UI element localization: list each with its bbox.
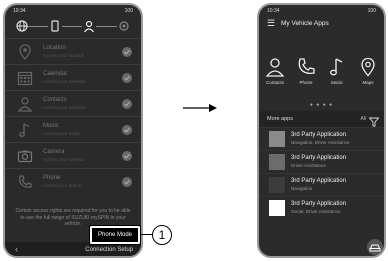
- app-category: Social, Driver Assistance: [291, 209, 341, 214]
- app-header: ☰ My Vehicle Apps: [259, 17, 384, 31]
- permission-subtitle: Access your location: [43, 53, 85, 58]
- app-music[interactable]: Music: [323, 57, 351, 85]
- permission-title: Contacts: [43, 97, 67, 103]
- callout-number: 1: [152, 225, 172, 245]
- connection-setup-button[interactable]: Connection Setup: [85, 247, 133, 253]
- music-icon: [17, 122, 33, 138]
- permission-item-camera[interactable]: Camera Access your camera: [5, 142, 141, 169]
- permission-title: Phone: [43, 175, 61, 181]
- more-apps-header: More apps All: [259, 111, 384, 127]
- permission-title: Location: [43, 45, 66, 51]
- filter-icon[interactable]: [368, 114, 380, 127]
- list-item[interactable]: 3rd Party Application Navigation, Driver…: [259, 127, 384, 151]
- permission-item-calendar[interactable]: Calendar Access your calendar: [5, 64, 141, 91]
- permission-item-music[interactable]: Music Access your music: [5, 116, 141, 143]
- phone-screen-permissions: 10:34 100 Location Access your location: [3, 3, 143, 258]
- app-label: Contacts: [266, 80, 284, 85]
- location-pin-icon: [17, 44, 33, 60]
- permission-title: Camera: [43, 149, 65, 155]
- phone-handset-icon: [17, 174, 33, 190]
- user-icon[interactable]: [82, 19, 96, 33]
- vehicle-app-grid: Contacts Phone Music Maps: [259, 57, 384, 97]
- app-label: Music: [331, 80, 343, 85]
- app-name: 3rd Party Application: [291, 155, 347, 161]
- status-bar: 10:34 100: [259, 5, 384, 17]
- contacts-icon: [261, 57, 289, 77]
- check-icon[interactable]: [122, 99, 132, 109]
- status-battery: 100: [367, 8, 376, 14]
- app-category: Navigation: [291, 186, 313, 191]
- phone-mode-button[interactable]: Phone Mode: [89, 225, 141, 245]
- status-battery: 100: [124, 8, 133, 14]
- app-label: Phone: [299, 80, 313, 85]
- app-phone[interactable]: Phone: [292, 57, 320, 85]
- app-name: 3rd Party Application: [291, 132, 347, 138]
- location-pin-icon: [354, 57, 382, 77]
- app-contacts[interactable]: Contacts: [261, 57, 289, 85]
- contacts-icon: [17, 96, 33, 112]
- status-bar: 10:34 100: [5, 5, 141, 17]
- check-icon[interactable]: [122, 73, 132, 83]
- access-rights-info: Certain access rights are required for y…: [15, 208, 131, 227]
- permission-subtitle: Access your contacts: [43, 105, 86, 110]
- app-thumbnail: [269, 154, 285, 170]
- check-icon[interactable]: [122, 151, 132, 161]
- app-name: 3rd Party Application: [291, 201, 347, 207]
- permission-title: Music: [43, 123, 59, 129]
- app-name: 3rd Party Application: [291, 178, 347, 184]
- setup-steps: [5, 17, 141, 37]
- calendar-icon: [17, 70, 33, 86]
- more-apps-label: More apps: [267, 116, 293, 122]
- back-button[interactable]: ‹: [15, 244, 18, 254]
- permission-item-phone[interactable]: Phone Access your phone: [5, 168, 141, 195]
- list-item[interactable]: 3rd Party Application Driver Assistance: [259, 150, 384, 174]
- app-label: Maps: [362, 80, 374, 85]
- filter-all-label[interactable]: All: [360, 116, 366, 122]
- permission-subtitle: Access your phone: [43, 183, 82, 188]
- permission-item-contacts[interactable]: Contacts Access your contacts: [5, 90, 141, 117]
- permission-subtitle: Access your camera: [43, 157, 84, 162]
- check-icon[interactable]: [122, 125, 132, 135]
- status-time: 10:34: [267, 8, 280, 14]
- phone-handset-icon: [292, 57, 320, 77]
- app-thumbnail: [269, 177, 285, 193]
- bottom-bar: ‹ Connection Setup: [5, 242, 141, 256]
- globe-icon[interactable]: [15, 19, 29, 33]
- list-item[interactable]: 3rd Party Application Social, Driver Ass…: [259, 196, 384, 220]
- phone-screen-vehicle-apps: 10:34 100 ☰ My Vehicle Apps Contacts Pho…: [257, 3, 386, 258]
- callout-line: [140, 234, 152, 235]
- check-icon[interactable]: [122, 47, 132, 57]
- app-maps[interactable]: Maps: [354, 57, 382, 85]
- permission-title: Calendar: [43, 71, 68, 77]
- status-time: 10:34: [13, 8, 26, 14]
- app-category: Driver Assistance: [291, 163, 326, 168]
- permission-item-location[interactable]: Location Access your location: [5, 38, 141, 65]
- music-icon: [323, 57, 351, 77]
- app-thumbnail: [269, 200, 285, 216]
- page-title: My Vehicle Apps: [281, 20, 329, 27]
- permission-subtitle: Access your music: [43, 131, 81, 136]
- car-connect-icon[interactable]: [367, 239, 383, 255]
- camera-icon: [17, 148, 33, 164]
- menu-icon[interactable]: ☰: [267, 19, 275, 28]
- phone-icon[interactable]: [48, 19, 62, 33]
- list-item[interactable]: 3rd Party Application Navigation: [259, 173, 384, 197]
- check-icon[interactable]: [122, 177, 132, 187]
- arrow-right-icon: [183, 101, 217, 113]
- app-category: Navigation, Driver Assistance: [291, 140, 350, 145]
- permission-subtitle: Access your calendar: [43, 79, 87, 84]
- app-thumbnail: [269, 131, 285, 147]
- settings-icon[interactable]: [117, 19, 131, 33]
- page-indicator: ● ● ● ●: [309, 102, 334, 108]
